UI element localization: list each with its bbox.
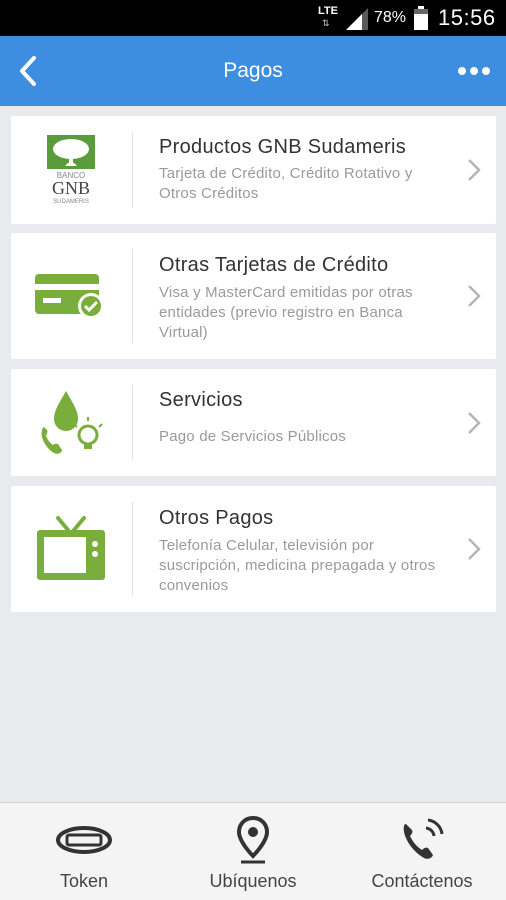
clock: 15:56 xyxy=(438,5,496,30)
card-subtitle: Tarjeta de Crédito, Crédito Rotativo y O… xyxy=(159,165,413,202)
logo-text-main: GNB xyxy=(52,178,90,198)
card-subtitle: Pago de Servicios Públicos xyxy=(159,428,346,445)
logo-text-bottom: SUDAMERIS xyxy=(53,199,89,205)
divider xyxy=(132,249,133,343)
nav-label: Ubíquenos xyxy=(209,871,297,891)
battery-percent: 78% xyxy=(374,9,407,26)
signal-icon xyxy=(346,8,368,30)
divider xyxy=(132,385,133,460)
card-subtitle: Telefonía Celular, televisión por suscri… xyxy=(159,537,436,594)
app-header: Pagos xyxy=(0,36,506,106)
card-servicios[interactable]: Servicios Pago de Servicios Públicos xyxy=(11,369,496,476)
card-title: Servicios xyxy=(159,389,243,411)
nav-label: Contáctenos xyxy=(371,871,473,891)
chevron-right-icon xyxy=(468,285,481,307)
page-title: Pagos xyxy=(223,59,283,82)
nav-label: Token xyxy=(59,871,109,891)
more-dots-icon xyxy=(458,67,466,75)
battery-icon xyxy=(414,6,428,30)
chevron-right-icon xyxy=(468,411,481,434)
utilities-icon xyxy=(11,369,131,476)
chevron-right-icon xyxy=(468,159,481,181)
television-icon xyxy=(11,486,131,612)
bottom-navigation: Token Ubíquenos Contáctenos xyxy=(0,802,506,900)
chevron-left-icon xyxy=(20,56,36,86)
back-button[interactable] xyxy=(8,51,48,91)
network-type: LTE xyxy=(318,5,338,17)
card-subtitle: Visa y MasterCard emitidas por otras ent… xyxy=(159,284,413,341)
card-title: Otros Pagos xyxy=(159,507,274,529)
nav-ubiquenos[interactable]: Ubíquenos xyxy=(169,803,337,900)
chevron-right-icon xyxy=(468,538,481,560)
card-productos-gnb[interactable]: BANCO GNB SUDAMERIS Productos GNB Sudame… xyxy=(11,116,496,224)
card-title: Productos GNB Sudameris xyxy=(159,136,406,158)
data-activity-icon: ⇅ xyxy=(322,18,330,28)
more-options-button[interactable] xyxy=(452,56,496,86)
card-otras-tarjetas[interactable]: Otras Tarjetas de Crédito Visa y MasterC… xyxy=(11,233,496,359)
divider xyxy=(132,502,133,596)
location-pin-icon xyxy=(169,816,337,864)
card-title: Otras Tarjetas de Crédito xyxy=(159,254,389,276)
token-icon xyxy=(0,817,168,863)
divider xyxy=(132,132,133,208)
phone-call-icon xyxy=(338,817,506,863)
nav-contactenos[interactable]: Contáctenos xyxy=(338,803,506,900)
banco-gnb-logo: BANCO GNB SUDAMERIS xyxy=(11,116,131,224)
card-otros-pagos[interactable]: Otros Pagos Telefonía Celular, televisió… xyxy=(11,486,496,612)
nav-token[interactable]: Token xyxy=(0,803,168,900)
credit-card-check-icon xyxy=(11,233,131,359)
status-bar: LTE ⇅ 78% 15:56 xyxy=(0,0,506,36)
